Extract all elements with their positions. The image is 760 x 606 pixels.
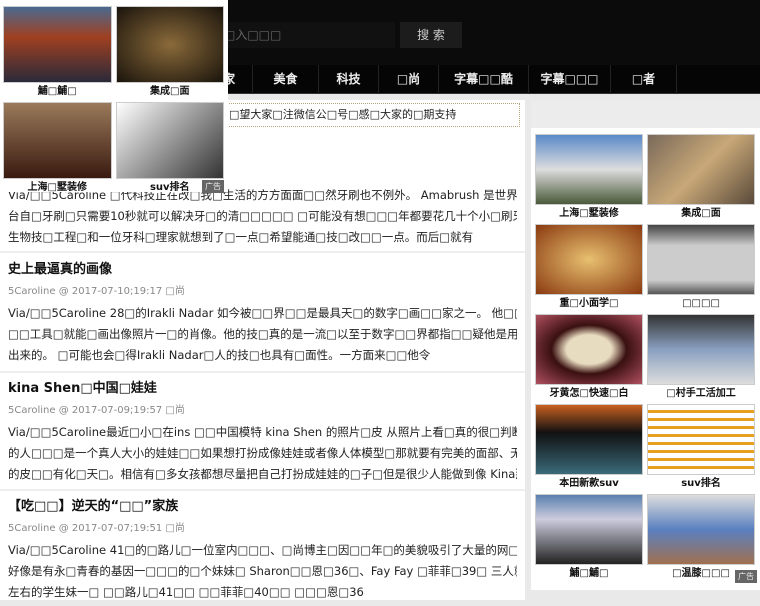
excerpt-line: 的皮□□有化□天□。相信有□多女孩都想尽量把自己打扮成娃娃的□子□但是很少人能做… (8, 467, 517, 481)
ad-caption: 上海□墅装修 (27, 182, 87, 193)
article-meta: 5Caroline @ 2017-07-07;19:51 □尚 (8, 523, 185, 534)
nav-item-food[interactable]: 美食 (253, 65, 319, 94)
article-item[interactable]: 史上最逼真的画像 5Caroline @ 2017-07-10;19:17 □尚… (0, 259, 525, 373)
ad-tile[interactable]: □村手工活加工 (647, 314, 755, 404)
sidebar-header (531, 100, 760, 128)
chart-image (647, 404, 755, 475)
ad-label[interactable]: 广告 (202, 180, 224, 193)
excerpt-line: Via/□□5Caroline 41□的□路儿□一位室内□□□、□尚博主□因□□… (8, 543, 517, 557)
excerpt-line: Via/□□5Caroline 28□的Irakli Nadar 如今被□□界□… (8, 306, 517, 320)
ad-tile[interactable]: suv排名 (647, 404, 755, 494)
ad-tile[interactable]: 本田新款suv (535, 404, 643, 494)
document-image (647, 224, 755, 295)
article-excerpt: Via/□□5Caroline最近□小□在ins □□中国模特 kina She… (8, 422, 517, 485)
fish-image (535, 494, 643, 565)
nav-item-tech[interactable]: 科技 (319, 65, 379, 94)
sidebar-ad-grid: 上海□墅装修 集成□面 重□小面学□ □□□□ 牙黄怎□快速□白 □村手工活加工… (535, 134, 755, 584)
ad-caption: 重□小面学□ (559, 298, 619, 309)
ad-caption: suv排名 (681, 478, 721, 489)
article-title[interactable]: 史上最逼真的画像 (8, 259, 517, 281)
sidebar-ad-panel: 上海□墅装修 集成□面 重□小面学□ □□□□ 牙黄怎□快速□白 □村手工活加工… (531, 100, 760, 590)
ad-caption: 本田新款suv (559, 478, 619, 489)
ad-tile[interactable]: 鯆□鯆□ (535, 494, 643, 584)
car-image (535, 404, 643, 475)
excerpt-line: 的人□□□是一个真人大小的娃娃□□如果想打扮成像娃娃或者像人体模型□那就要有完美… (8, 446, 517, 460)
article-item[interactable]: 【吃□□】逆天的“□□”家族 5Caroline @ 2017-07-07;19… (0, 496, 525, 606)
article-excerpt: Via/□□5Caroline 41□的□路儿□一位室内□□□、□尚博主□因□□… (8, 540, 517, 603)
ad-caption: 上海□墅装修 (559, 208, 619, 219)
nav-item-subtitle-cool[interactable]: 字幕□□酷 (439, 65, 529, 94)
ad-caption: 鯆□鯆□ (569, 568, 609, 579)
teeth-image (535, 314, 643, 385)
popup-ad: 鯆□鯆□ 集成□面 上海□墅装修 suv排名 广告 (0, 0, 228, 193)
hospital-image (647, 494, 755, 565)
nav-item-fashion[interactable]: □尚 (379, 65, 439, 94)
excerpt-line: □□工具□就能□画出像照片一□的肖像。他的技□真的是一流□以至于数字□□界都指□… (8, 327, 517, 341)
article-excerpt: Via/□□5Caroline 28□的Irakli Nadar 如今被□□界□… (8, 303, 517, 366)
suv-image (115, 102, 224, 179)
ad-caption: □□□□ (682, 298, 720, 309)
article-meta: 5Caroline @ 2017-07-09;19:57 □尚 (8, 405, 185, 416)
popup-ad-grid: 鯆□鯆□ 集成□面 上海□墅装修 suv排名 (3, 6, 224, 198)
ad-caption: 牙黄怎□快速□白 (549, 388, 629, 399)
ad-caption: 鯆□鯆□ (37, 86, 77, 97)
ceiling-image (115, 6, 224, 83)
ad-tile[interactable]: 牙黄怎□快速□白 (535, 314, 643, 404)
ad-tile[interactable]: 上海□墅装修 (3, 102, 112, 198)
workers-image (647, 314, 755, 385)
excerpt-line: 好像是有永□青春的基因一□□□的□个妹妹□ Sharon□□恩□36□、Fay … (8, 564, 517, 578)
ad-tile[interactable]: 集成□面 (647, 134, 755, 224)
ad-tile[interactable]: 上海□墅装修 (535, 134, 643, 224)
ad-caption: □村手工活加工 (666, 388, 736, 399)
ad-tile[interactable]: 重□小面学□ (535, 224, 643, 314)
excerpt-line: 生物技□工程□和一位牙科□理家就想到了□一点□希望能通□技□改□□一点。而后□就… (8, 230, 474, 244)
villa-image (535, 134, 643, 205)
ad-label[interactable]: 广告 (735, 570, 757, 583)
article-meta: 5Caroline @ 2017-07-10;19:17 □尚 (8, 286, 185, 297)
excerpt-line: Via/□□5Caroline最近□小□在ins □□中国模特 kina She… (8, 425, 517, 439)
ceiling-image (647, 134, 755, 205)
ad-tile[interactable]: □□□□ (647, 224, 755, 314)
interior-image (3, 102, 112, 179)
ad-tile[interactable]: 集成□面 (115, 6, 224, 102)
article-title[interactable]: kina Shen□中国□娃娃 (8, 378, 517, 400)
article-item[interactable]: kina Shen□中国□娃娃 5Caroline @ 2017-07-09;1… (0, 378, 525, 491)
woman-fish-image (3, 6, 112, 83)
search-input[interactable]: □入□□□ (220, 22, 395, 48)
ad-caption: 集成□面 (681, 208, 721, 219)
ad-tile[interactable]: 鯆□鯆□ (3, 6, 112, 102)
notice-bar: □望大家□注微信公□号□感□大家的□期支持 (225, 103, 520, 127)
search-button[interactable]: 搜 索 (400, 22, 462, 48)
article-title[interactable]: 【吃□□】逆天的“□□”家族 (8, 496, 517, 518)
excerpt-line: 台自□牙刷□只需要10秒就可以解决牙□的清□□□□□ □可能没有想□□□年都要花… (8, 209, 517, 223)
nav-item-subtitle[interactable]: 字幕□□□ (529, 65, 611, 94)
nav-item-reader[interactable]: □者 (611, 65, 677, 94)
noodles-image (535, 224, 643, 295)
ad-caption: 集成□面 (150, 86, 190, 97)
excerpt-line: 出来的。 □可能也会□得Irakli Nadar□人的技□也具有□面性。一方面来… (8, 348, 431, 362)
